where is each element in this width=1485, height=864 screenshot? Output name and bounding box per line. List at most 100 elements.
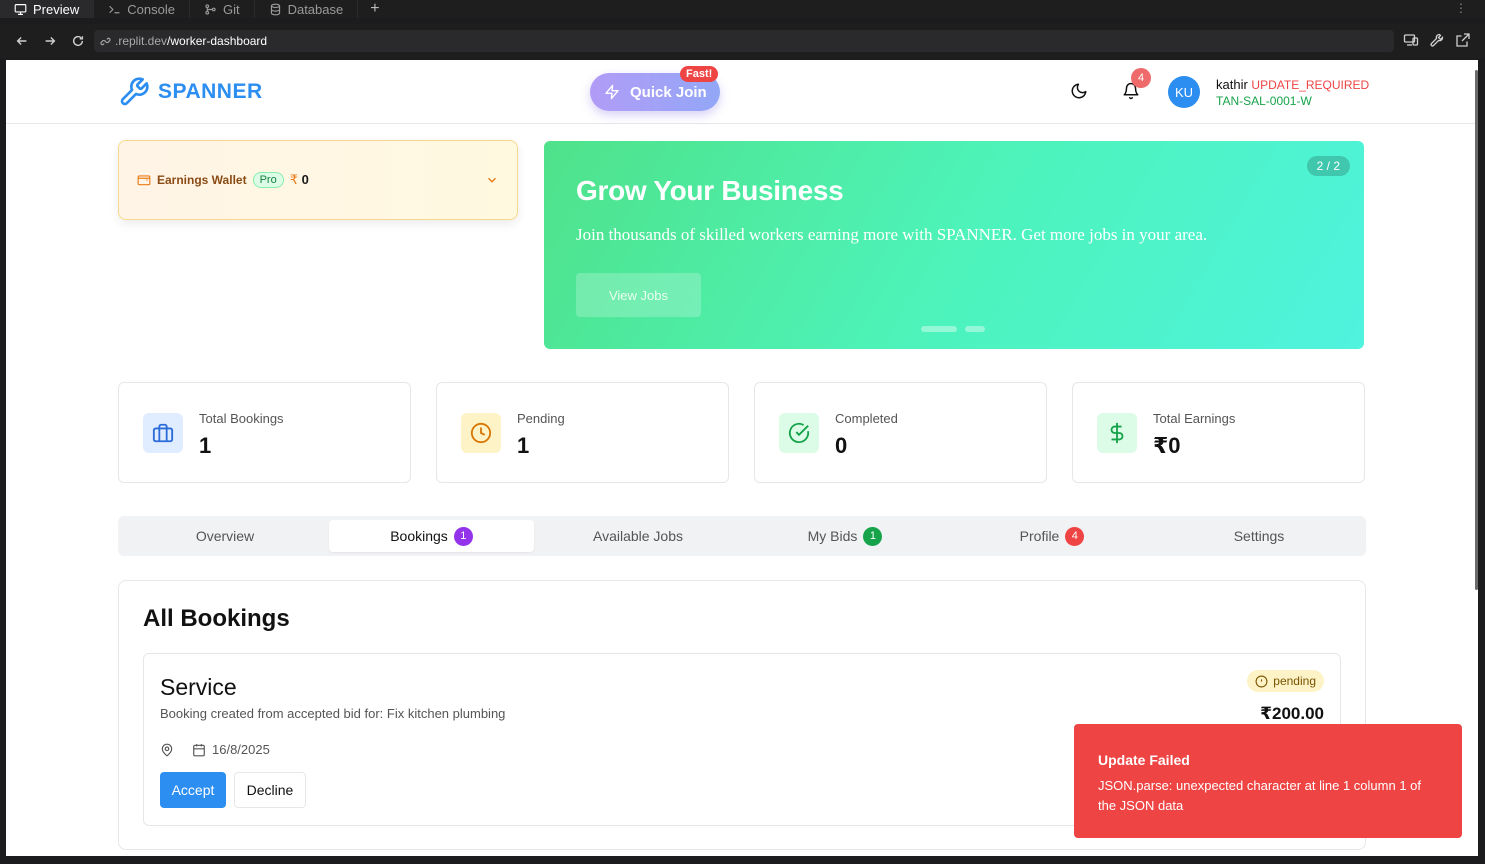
stat-value: 1 — [517, 433, 530, 458]
notification-count-badge: 4 — [1131, 68, 1151, 88]
wrench-logo-icon — [120, 77, 149, 106]
promo-banner: Grow Your Business Join thousands of ski… — [544, 141, 1364, 349]
url-domain: .replit.dev — [115, 34, 168, 48]
status-text: pending — [1273, 674, 1316, 688]
ide-tab-database[interactable]: Database — [255, 0, 359, 18]
back-button[interactable] — [8, 27, 36, 55]
pro-badge: Pro — [252, 172, 284, 188]
chevron-down-icon[interactable] — [485, 173, 499, 187]
user-id: TAN-SAL-0001-W — [1216, 94, 1312, 108]
stat-card-completed: Completed 0 — [754, 382, 1047, 483]
scrollbar[interactable] — [1475, 70, 1478, 590]
section-title: All Bookings — [143, 605, 290, 632]
user-name: kathir — [1216, 77, 1248, 92]
wallet-icon — [137, 175, 151, 186]
stat-value: ₹0 — [1153, 433, 1181, 458]
tab-badge: 4 — [1065, 526, 1085, 546]
external-link-icon[interactable] — [1455, 32, 1471, 48]
tab-available-jobs[interactable]: Available Jobs — [535, 520, 741, 552]
currency-symbol: ₹ — [289, 172, 298, 187]
tab-settings[interactable]: Settings — [1156, 520, 1362, 552]
avatar[interactable]: KU — [1168, 76, 1200, 108]
tab-label: Overview — [195, 528, 255, 544]
address-bar: .replit.dev/worker-dashboard — [0, 24, 1485, 58]
dollar-icon — [1110, 422, 1124, 444]
slide-counter: 2 / 2 — [1306, 156, 1350, 176]
ide-tab-console[interactable]: Console — [94, 0, 190, 18]
stat-icon-box — [779, 413, 819, 453]
lightning-icon — [605, 84, 619, 100]
view-jobs-button[interactable]: View Jobs — [576, 273, 701, 317]
status-badge: pending — [1247, 670, 1324, 692]
monitor-icon — [14, 3, 27, 15]
wrench-icon[interactable] — [1429, 32, 1445, 48]
ide-tab-label: Git — [222, 1, 240, 17]
git-icon — [205, 3, 216, 15]
app-header: SPANNER Quick Join Fast! 4 KU kathir UPD… — [6, 60, 1478, 124]
stat-label: Total Bookings — [199, 411, 284, 426]
stat-card-total-bookings: Total Bookings 1 — [118, 382, 411, 483]
add-tab-button[interactable]: + — [358, 0, 391, 18]
forward-button[interactable] — [36, 27, 64, 55]
carousel-dot[interactable] — [965, 326, 985, 332]
ide-menu-button[interactable]: ⋮ — [1455, 0, 1467, 16]
tab-label: Available Jobs — [592, 528, 684, 544]
arrow-left-icon — [16, 37, 27, 45]
window-bottom-edge — [0, 856, 1485, 864]
stat-value: 0 — [835, 433, 848, 458]
moon-icon[interactable] — [1070, 82, 1088, 100]
user-status: UPDATE_REQUIRED — [1251, 78, 1370, 92]
calendar-icon — [193, 743, 205, 756]
stat-icon-box — [1097, 413, 1137, 453]
ide-tab-preview[interactable]: Preview — [0, 0, 95, 18]
toast-message: JSON.parse: unexpected character at line… — [1098, 778, 1422, 813]
carousel-dots — [921, 326, 985, 332]
tab-profile[interactable]: Profile 4 — [949, 520, 1155, 552]
tab-badge: 1 — [453, 526, 473, 546]
banner-title: Grow Your Business — [576, 175, 844, 206]
ide-tab-label: Preview — [33, 1, 80, 17]
tab-label: Bookings — [390, 528, 448, 544]
dashboard-tabs: Overview Bookings 1 Available Jobs My Bi… — [118, 516, 1366, 556]
stat-label: Completed — [835, 411, 898, 426]
booking-meta: 16/8/2025 — [160, 742, 270, 757]
earnings-wallet[interactable]: Earnings Wallet Pro ₹ 0 — [118, 140, 518, 220]
ide-tab-git[interactable]: Git — [190, 0, 255, 18]
database-icon — [270, 3, 280, 15]
devices-icon[interactable] — [1403, 32, 1419, 48]
alert-circle-icon — [1255, 675, 1268, 687]
error-toast[interactable]: Update Failed JSON.parse: unexpected cha… — [1074, 724, 1462, 838]
stat-label: Total Earnings — [1153, 411, 1236, 426]
tab-bookings[interactable]: Bookings 1 — [329, 520, 534, 552]
quick-join-label: Quick Join — [630, 83, 707, 101]
ide-tab-bar: Preview Console Git Database + — [0, 0, 1485, 18]
banner-subtitle: Join thousands of skilled workers earnin… — [576, 225, 1208, 244]
tab-overview[interactable]: Overview — [122, 520, 328, 552]
briefcase-icon — [152, 423, 174, 443]
tab-label: Settings — [1233, 528, 1285, 544]
brand-logo[interactable]: SPANNER — [118, 76, 263, 108]
url-path: /worker-dashboard — [167, 34, 268, 48]
reload-icon — [72, 35, 84, 47]
check-circle-icon — [788, 422, 810, 443]
url-input[interactable]: .replit.dev/worker-dashboard — [94, 30, 1394, 52]
tab-label: My Bids — [807, 528, 858, 544]
arrow-right-icon — [45, 37, 56, 45]
user-info[interactable]: kathir UPDATE_REQUIRED TAN-SAL-0001-W — [1216, 77, 1369, 109]
wallet-label: Earnings Wallet — [157, 173, 247, 187]
accept-button[interactable]: Accept — [160, 772, 226, 808]
tab-my-bids[interactable]: My Bids 1 — [742, 520, 948, 552]
map-pin-icon — [161, 743, 173, 757]
reload-button[interactable] — [64, 27, 92, 55]
decline-button[interactable]: Decline — [234, 772, 306, 808]
booking-price: ₹200.00 — [1260, 704, 1324, 723]
stat-icon-box — [461, 413, 501, 453]
ide-tab-label: Database — [287, 1, 344, 17]
carousel-dot[interactable] — [921, 326, 957, 332]
stat-value: 1 — [199, 433, 212, 458]
booking-title: Service — [160, 674, 237, 700]
fast-badge: Fast! — [680, 66, 719, 82]
terminal-icon — [109, 5, 120, 13]
booking-date: 16/8/2025 — [212, 742, 270, 757]
stat-card-pending: Pending 1 — [436, 382, 729, 483]
